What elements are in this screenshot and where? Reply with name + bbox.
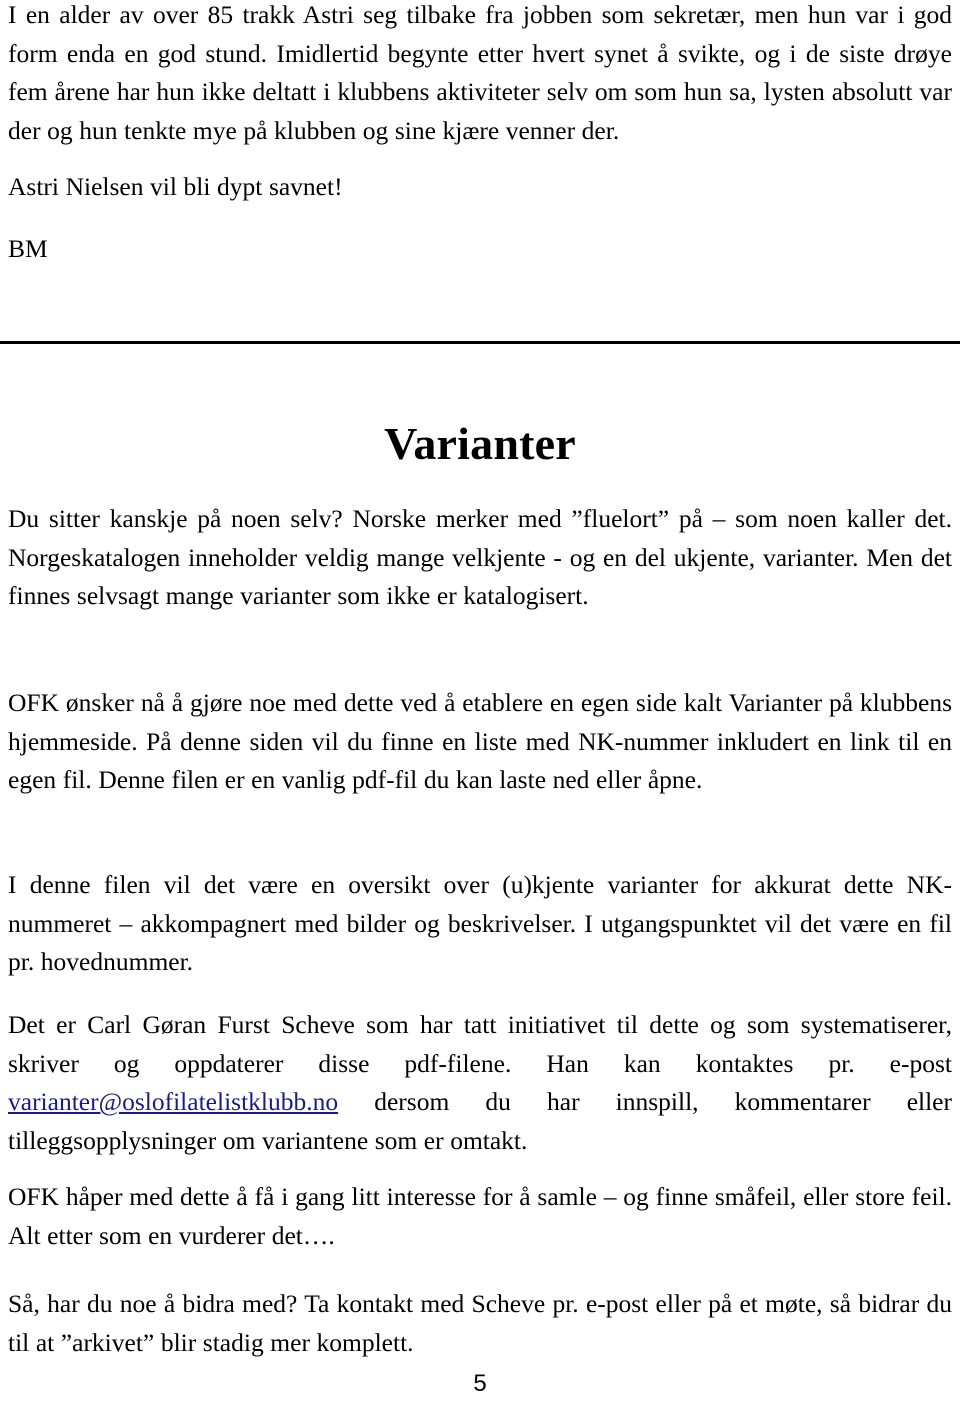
article-paragraph-1-wrap: Du sitter kanskje på noen selv? Norske m…	[8, 500, 952, 616]
article-paragraph-5: OFK håper med dette å få i gang litt int…	[8, 1182, 952, 1250]
article-paragraph-3: I denne filen vil det være en oversikt o…	[8, 870, 952, 977]
article-paragraph-4: Det er Carl Gøran Furst Scheve som har t…	[8, 1006, 952, 1160]
page-number: 5	[473, 1370, 487, 1397]
article-paragraph-1: Du sitter kanskje på noen selv? Norske m…	[8, 504, 952, 611]
article-paragraph-2-wrap: OFK ønsker nå å gjøre noe med dette ved …	[8, 684, 952, 800]
article-paragraph-4-wrap: Det er Carl Gøran Furst Scheve som har t…	[8, 1006, 952, 1160]
article-title: Varianter	[384, 418, 576, 469]
article-paragraph-6: Så, har du noe å bidra med? Ta kontakt m…	[8, 1289, 952, 1357]
obituary-closing-line: Astri Nielsen vil bli dypt savnet!	[8, 172, 343, 201]
obituary-body-paragraph: I en alder av over 85 trakk Astri seg ti…	[8, 0, 952, 145]
divider-line	[0, 341, 960, 344]
section-divider	[0, 341, 960, 345]
article-paragraph-2: OFK ønsker nå å gjøre noe med dette ved …	[8, 688, 952, 795]
obituary-signature-wrap: BM	[8, 230, 952, 269]
article-heading-wrap: Varianter	[8, 418, 952, 469]
article-paragraph-5-wrap: OFK håper med dette å få i gang litt int…	[8, 1178, 952, 1255]
article-paragraph-6-wrap: Så, har du noe å bidra med? Ta kontakt m…	[8, 1285, 952, 1362]
obituary-section: I en alder av over 85 trakk Astri seg ti…	[8, 0, 952, 150]
email-link-varianter[interactable]: varianter@oslofilatelistklubb.no	[8, 1087, 338, 1116]
obituary-signature-initials: BM	[8, 234, 48, 263]
paragraph-4-text-before-link: Det er Carl Gøran Furst Scheve som har t…	[8, 1010, 952, 1078]
obituary-closing-wrap: Astri Nielsen vil bli dypt savnet!	[8, 168, 952, 207]
article-paragraph-3-wrap: I denne filen vil det være en oversikt o…	[8, 866, 952, 982]
document-page: I en alder av over 85 trakk Astri seg ti…	[0, 0, 960, 1402]
